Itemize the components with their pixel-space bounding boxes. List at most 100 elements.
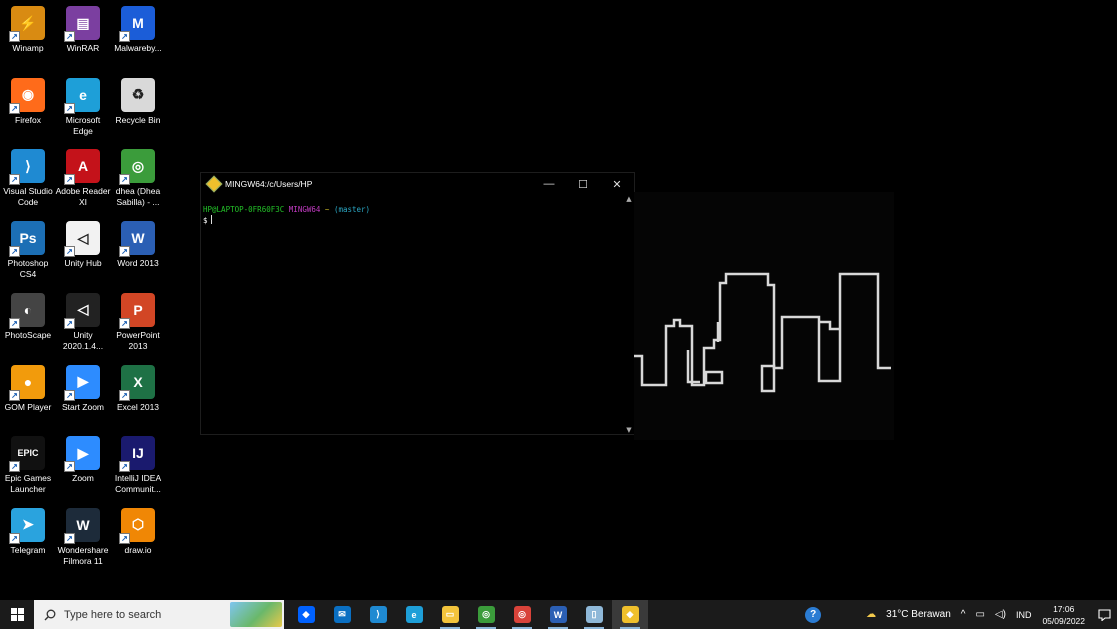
desktop-icon[interactable]: W ↗ Word 2013 bbox=[110, 215, 166, 269]
search-highlight-image[interactable] bbox=[230, 602, 282, 627]
shortcut-arrow-icon: ↗ bbox=[119, 532, 130, 544]
search-box[interactable]: Type here to search bbox=[34, 600, 284, 629]
git-bash-icon: ◆ bbox=[621, 606, 639, 623]
taskbar-app-chrome[interactable]: ◎ bbox=[468, 600, 504, 629]
desktop-icon[interactable]: X ↗ Excel 2013 bbox=[110, 359, 166, 413]
desktop-icon[interactable]: ▶ ↗ Zoom bbox=[55, 430, 111, 484]
desktop-icon-label: Photoshop CS4 bbox=[7, 258, 49, 280]
desktop-icon[interactable]: ⚡ ↗ Winamp bbox=[0, 0, 56, 54]
desktop-icon[interactable]: M ↗ Malwareby... bbox=[110, 0, 166, 54]
desktop-icon[interactable]: ● ↗ GOM Player bbox=[0, 359, 56, 413]
desktop-icon[interactable]: W ↗ Wondershare Filmora 11 bbox=[55, 502, 111, 567]
prompt-symbol: $ bbox=[203, 216, 208, 225]
shortcut-arrow-icon: ↗ bbox=[119, 31, 130, 42]
windows-logo-icon bbox=[10, 608, 24, 621]
shortcut-arrow-icon: ↗ bbox=[119, 389, 130, 401]
shortcut-arrow-icon: ↗ bbox=[9, 31, 20, 42]
desktop-icon[interactable]: ♻ Recycle Bin bbox=[110, 72, 166, 126]
clock-date: 05/09/2022 bbox=[1042, 615, 1085, 626]
vertical-scrollbar[interactable]: ▲ ▼ bbox=[624, 195, 634, 434]
chevron-up-icon[interactable]: ^ bbox=[961, 609, 966, 620]
recycle-bin-icon: ♻ bbox=[121, 77, 155, 112]
weather-cloud-icon[interactable]: ☁ bbox=[866, 609, 876, 620]
chrome-icon: ◎ bbox=[477, 606, 495, 623]
desktop-icon-label: Word 2013 bbox=[117, 258, 159, 269]
clock-time: 17:06 bbox=[1053, 603, 1075, 614]
desktop-icon-label: Firefox bbox=[15, 114, 41, 125]
desktop-icon-label: Winamp bbox=[12, 43, 44, 53]
desktop-icon-label: GOM Player bbox=[4, 401, 52, 412]
desktop-icon-label: Start Zoom bbox=[61, 401, 105, 412]
network-icon[interactable]: ▭ bbox=[975, 609, 984, 620]
taskbar-app-vscode[interactable]: ⟩ bbox=[360, 600, 396, 629]
desktop-icon[interactable]: P ↗ PowerPoint 2013 bbox=[110, 287, 166, 352]
scroll-down-icon[interactable]: ▼ bbox=[624, 426, 634, 434]
taskbar-app-dropbox[interactable]: ◆ bbox=[288, 600, 324, 629]
notification-icon bbox=[1097, 608, 1111, 621]
edge-icon: e bbox=[405, 606, 423, 623]
desktop-icon[interactable]: ➤ ↗ Telegram bbox=[0, 502, 56, 556]
scroll-up-icon[interactable]: ▲ bbox=[624, 195, 634, 203]
shortcut-arrow-icon: ↗ bbox=[9, 102, 20, 114]
desktop-icon-label: Telegram bbox=[10, 544, 46, 555]
dropbox-icon: ◆ bbox=[297, 606, 315, 623]
maximize-button[interactable]: ☐ bbox=[566, 178, 600, 191]
window-titlebar[interactable]: MINGW64:/c/Users/HP — ☐ ✕ bbox=[201, 173, 634, 195]
winamp-icon: ⚡ ↗ bbox=[9, 6, 45, 42]
shortcut-arrow-icon: ↗ bbox=[9, 174, 20, 186]
language-indicator[interactable]: IND bbox=[1016, 610, 1032, 620]
search-icon bbox=[44, 609, 56, 620]
taskbar-app-word[interactable]: W bbox=[540, 600, 576, 629]
clock[interactable]: 17:06 05/09/2022 bbox=[1042, 603, 1085, 627]
weather-text[interactable]: 31°C Berawan bbox=[886, 609, 951, 620]
desktop: ⚡ ↗ Winamp ▤ ↗ WinRAR M ↗ Malwareby... ◉ ↗ Firefox e… bbox=[0, 0, 1117, 600]
desktop-icon-label: Excel 2013 bbox=[116, 401, 160, 412]
notification-button[interactable] bbox=[1091, 600, 1117, 629]
desktop-icon[interactable]: EPIC ↗ Epic Games Launcher bbox=[0, 430, 56, 495]
shortcut-arrow-icon: ↗ bbox=[64, 317, 75, 329]
taskbar-app-chrome-profile[interactable]: ◎ bbox=[504, 600, 540, 629]
desktop-icon[interactable]: ◐ ↗ PhotoScape bbox=[0, 287, 56, 341]
desktop-icon[interactable]: ◁ ↗ Unity 2020.1.4... bbox=[55, 287, 111, 352]
start-button[interactable] bbox=[0, 600, 34, 629]
git-bash-window[interactable]: MINGW64:/c/Users/HP — ☐ ✕ HP@LAPTOP-0FR6… bbox=[200, 172, 635, 435]
desktop-icon[interactable]: ⬡ ↗ draw.io bbox=[110, 502, 166, 556]
desktop-icon[interactable]: ▶ ↗ Start Zoom bbox=[55, 359, 111, 413]
drawio-icon: ⬡ ↗ bbox=[119, 507, 155, 544]
desktop-icon[interactable]: ◉ ↗ Firefox bbox=[0, 72, 56, 126]
winrar-icon: ▤ ↗ bbox=[64, 6, 100, 42]
shortcut-arrow-icon: ↗ bbox=[64, 102, 75, 114]
desktop-icon[interactable]: ◁ ↗ Unity Hub bbox=[55, 215, 111, 269]
desktop-icon[interactable]: Ps ↗ Photoshop CS4 bbox=[0, 215, 56, 280]
wallpaper-skyline bbox=[634, 192, 894, 440]
close-button[interactable]: ✕ bbox=[600, 178, 634, 191]
desktop-icon-label: dhea (Dhea Sabilla) - ... bbox=[115, 186, 161, 208]
desktop-icon[interactable]: ▤ ↗ WinRAR bbox=[55, 0, 111, 54]
taskbar-app-edge[interactable]: e bbox=[396, 600, 432, 629]
search-placeholder: Type here to search bbox=[64, 608, 162, 621]
epic-games-icon: EPIC ↗ bbox=[9, 436, 45, 473]
terminal-output[interactable]: HP@LAPTOP-0FR60F3C MINGW64 ~ (master) $ bbox=[201, 195, 624, 434]
desktop-icon-label: PhotoScape bbox=[4, 329, 52, 340]
input-line[interactable]: $ bbox=[203, 215, 622, 226]
zoom-icon: ▶ ↗ bbox=[64, 436, 100, 473]
taskbar-app-file-explorer[interactable]: ▭ bbox=[432, 600, 468, 629]
desktop-icon-label: PowerPoint 2013 bbox=[116, 329, 160, 351]
taskbar-app-git-bash[interactable]: ◆ bbox=[612, 600, 648, 629]
unity-icon: ◁ ↗ bbox=[64, 292, 100, 329]
shortcut-arrow-icon: ↗ bbox=[9, 461, 20, 473]
desktop-icon-label: IntelliJ IDEA Communit... bbox=[114, 473, 162, 495]
desktop-icon[interactable]: e ↗ Microsoft Edge bbox=[55, 72, 111, 137]
minimize-button[interactable]: — bbox=[532, 178, 566, 190]
desktop-icon[interactable]: ⟩ ↗ Visual Studio Code bbox=[0, 143, 56, 208]
desktop-icon-label: Zoom bbox=[72, 473, 94, 484]
volume-icon[interactable]: ◁) bbox=[995, 609, 1006, 620]
taskbar-app-notepad[interactable]: ▯ bbox=[576, 600, 612, 629]
desktop-icon[interactable]: IJ ↗ IntelliJ IDEA Communit... bbox=[110, 430, 166, 495]
help-icon[interactable]: ? bbox=[805, 606, 822, 623]
prompt-host: MINGW64 bbox=[288, 205, 321, 214]
desktop-icon[interactable]: ◎ ↗ dhea (Dhea Sabilla) - ... bbox=[110, 143, 166, 208]
desktop-icon[interactable]: A ↗ Adobe Reader XI bbox=[55, 143, 111, 208]
vscode-icon: ⟩ bbox=[369, 606, 387, 623]
taskbar-app-mail[interactable]: ✉ bbox=[324, 600, 360, 629]
